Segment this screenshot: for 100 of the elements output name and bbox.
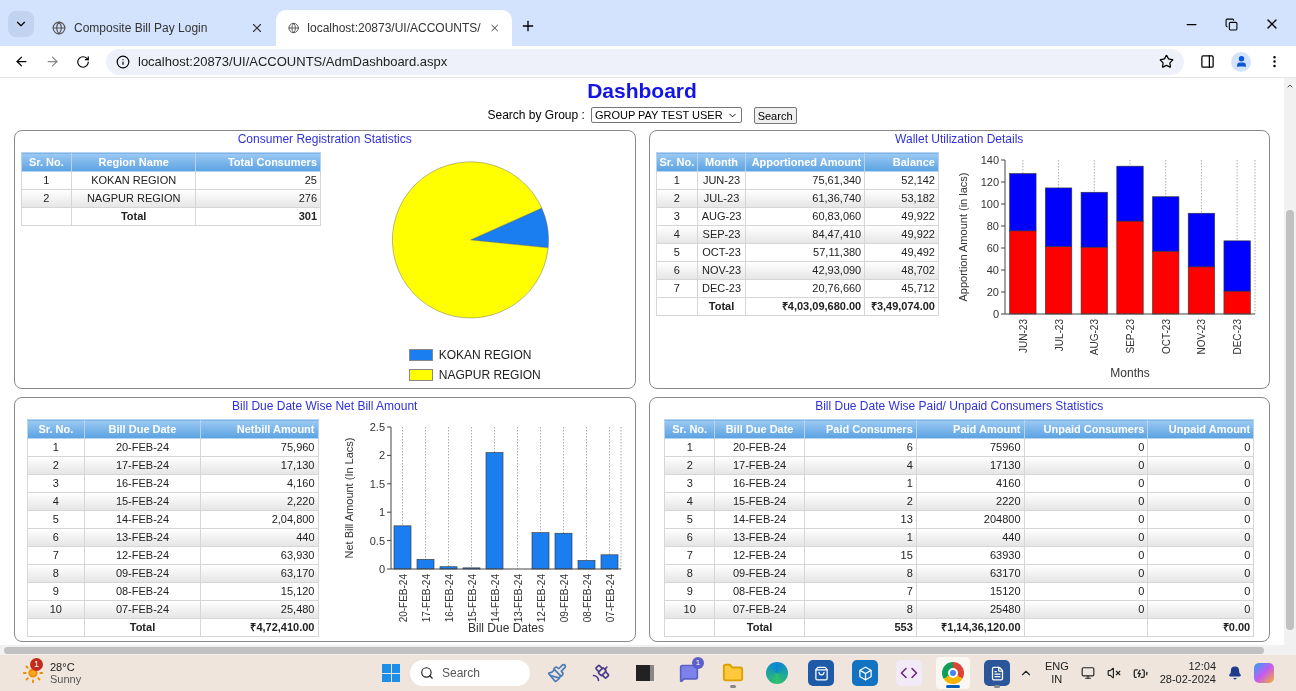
table-cell: 2220	[916, 492, 1025, 511]
table-cell: 2	[656, 189, 698, 208]
total-cell: ₹3,49,074.00	[864, 297, 939, 316]
table-cell: 09-FEB-24	[714, 564, 805, 583]
table-cell: 5	[27, 510, 85, 529]
table-cell: 09-FEB-24	[84, 564, 201, 583]
category-label: 07-FEB-24	[604, 574, 615, 623]
table-cell: 1	[21, 171, 72, 190]
table-cell: 4,160	[200, 474, 318, 493]
total-cell: ₹4,72,410.00	[200, 618, 318, 637]
table-cell: 7	[664, 546, 715, 565]
tab-title: localhost:20873/UI/ACCOUNTS/	[307, 20, 481, 37]
table-cell: 0	[1147, 600, 1254, 619]
table-cell: 4	[27, 492, 85, 511]
table-cell: 45,712	[864, 279, 939, 298]
table-cell: 0	[1024, 456, 1148, 475]
tick-label: 1.5	[369, 477, 385, 490]
column-header: Sr. No.	[27, 419, 85, 439]
table-cell: KOKAN REGION	[71, 171, 196, 190]
table-cell: 1	[804, 474, 917, 493]
tick-label: 0.5	[369, 534, 385, 547]
url-text: localhost:20873/UI/ACCOUNTS/AdmDashboard.aspx	[138, 52, 449, 71]
category-label: 12-FEB-24	[535, 574, 546, 623]
total-cell: Total	[714, 618, 805, 637]
column-header: Sr. No.	[664, 419, 715, 439]
table-cell: 8	[804, 600, 917, 619]
legend-label: NAGPUR REGION	[438, 367, 541, 384]
category-label: SEP-23	[1125, 319, 1136, 354]
table-cell: 4160	[916, 474, 1025, 493]
column-header: Sr. No.	[21, 152, 72, 172]
tick-label: 2	[378, 449, 385, 462]
table-cell: 0	[1147, 582, 1254, 601]
column-header: Balance	[864, 152, 939, 172]
table-cell: JUL-23	[697, 189, 746, 208]
category-label: 08-FEB-24	[581, 574, 592, 623]
table-cell: 4	[656, 225, 698, 244]
total-cell: 553	[804, 618, 917, 637]
table-cell: 0	[1024, 546, 1148, 565]
tick-label: 0	[992, 308, 999, 320]
table-cell: OCT-23	[697, 243, 746, 262]
table-cell: 2,04,800	[200, 510, 318, 529]
table-cell: 0	[1024, 564, 1148, 583]
total-cell: Total	[84, 618, 201, 637]
table-cell: 6	[656, 261, 698, 280]
table-cell: 0	[1024, 510, 1148, 529]
total-cell: 301	[195, 207, 321, 226]
table-cell: 13-FEB-24	[84, 528, 201, 547]
search-label: Search by Group :	[487, 107, 585, 124]
table-cell: 440	[916, 528, 1025, 547]
category-label: 15-FEB-24	[466, 574, 477, 623]
table-cell: 57,11,380	[745, 243, 865, 262]
table-cell: 25,480	[200, 600, 318, 619]
table-cell: 52,142	[864, 171, 939, 190]
table-cell: 3	[27, 474, 85, 493]
column-header: Unpaid Consumers	[1024, 419, 1148, 439]
table-cell: 08-FEB-24	[714, 582, 805, 601]
axis-title: Months	[1110, 366, 1150, 380]
legend-label: KOKAN REGION	[438, 347, 532, 364]
table-cell: 07-FEB-24	[714, 600, 805, 619]
table-cell: 17-FEB-24	[714, 456, 805, 475]
table-cell: 8	[27, 564, 85, 583]
tick-label: 140	[980, 154, 999, 166]
table-cell: 20-FEB-24	[84, 438, 201, 457]
category-label: 14-FEB-24	[489, 574, 500, 623]
table-cell: 42,93,090	[745, 261, 865, 280]
table-cell: 0	[1147, 492, 1254, 511]
panel-title: Consumer Registration Statistics	[236, 131, 413, 148]
category-label: 20-FEB-24	[397, 574, 408, 623]
tick-label: 1	[378, 506, 385, 519]
table-cell: 25	[195, 171, 321, 190]
table-cell: 63930	[916, 546, 1025, 565]
table-cell: 13-FEB-24	[714, 528, 805, 547]
table-cell: 9	[27, 582, 85, 601]
table-cell: 7	[656, 279, 698, 298]
table-cell: 276	[195, 189, 321, 208]
table-cell: 0	[1024, 582, 1148, 601]
table-cell: 53,182	[864, 189, 939, 208]
column-header: Unpaid Amount	[1147, 419, 1254, 439]
table-cell: 75960	[916, 438, 1025, 457]
table-cell: 15-FEB-24	[84, 492, 201, 511]
table-cell: 5	[656, 243, 698, 262]
column-header: Month	[697, 152, 746, 172]
table-cell: 0	[1147, 456, 1254, 475]
table-cell: 61,36,740	[745, 189, 865, 208]
table-cell: 6	[664, 528, 715, 547]
table-cell: 49,922	[864, 225, 939, 244]
table-cell: 8	[804, 564, 917, 583]
table-cell: 49,922	[864, 207, 939, 226]
table-cell: 60,83,060	[745, 207, 865, 226]
table-cell: 5	[664, 510, 715, 529]
tick-label: 60	[986, 242, 999, 254]
table-cell: 2	[804, 492, 917, 511]
column-header: Bill Due Date	[84, 419, 201, 439]
panel-title: Bill Due Date Wise Paid/ Unpaid Consumers Statistics	[814, 398, 1105, 415]
table-cell: 10	[664, 600, 715, 619]
category-label: JUL-23	[1053, 319, 1065, 352]
total-cell: Total	[697, 297, 746, 316]
table-cell: 48,702	[864, 261, 939, 280]
table-cell: 75,61,340	[745, 171, 865, 190]
tick-label: 80	[986, 220, 999, 232]
